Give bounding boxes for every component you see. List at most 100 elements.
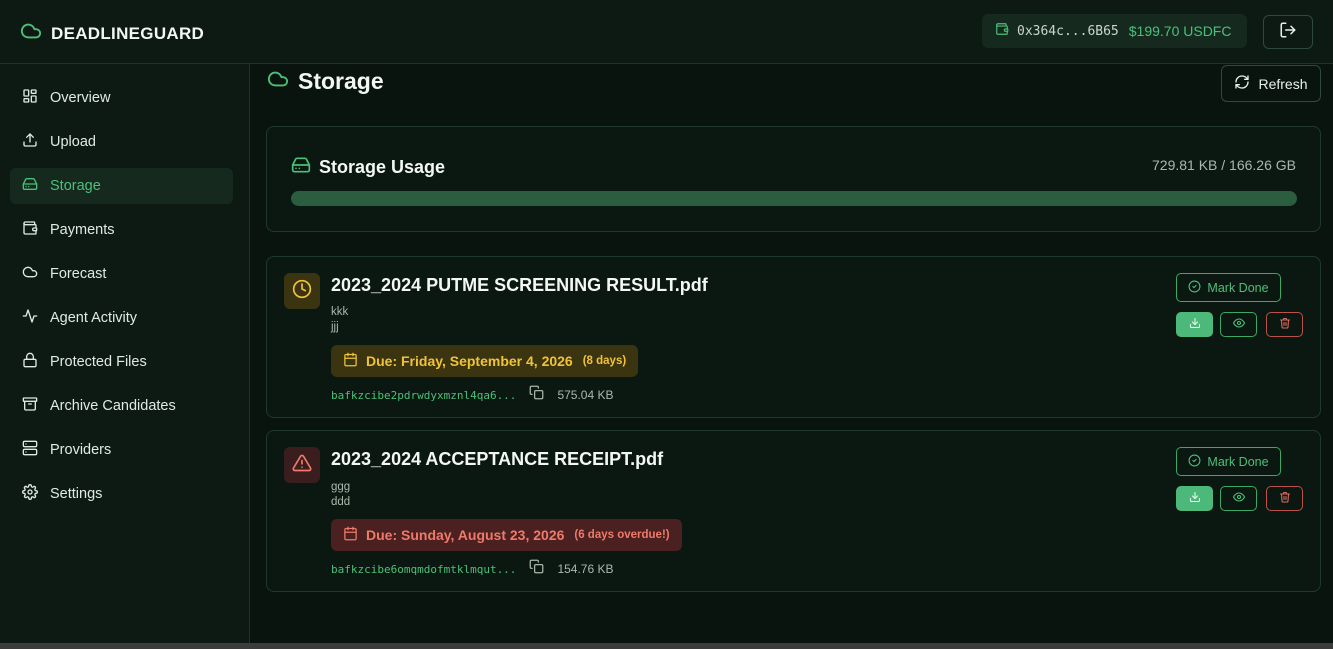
storage-usage-card: Storage Usage 729.81 KB / 166.26 GB bbox=[266, 126, 1321, 232]
sidebar-item-settings[interactable]: Settings bbox=[10, 476, 233, 512]
mark-done-button[interactable]: Mark Done bbox=[1176, 447, 1281, 476]
sidebar-item-label: Forecast bbox=[50, 266, 107, 282]
file-meta-row: bafkzcibe2pdrwdyxmznl4qa6... 575.04 KB bbox=[331, 385, 613, 405]
file-description: ggg bbox=[331, 481, 351, 493]
sidebar-item-overview[interactable]: Overview bbox=[10, 80, 233, 116]
copy-icon[interactable] bbox=[529, 385, 544, 405]
storage-usage-header: Storage Usage bbox=[291, 155, 445, 180]
wallet-balance: $199.70 USDFC bbox=[1128, 23, 1232, 39]
clock-icon bbox=[292, 279, 312, 304]
file-size: 575.04 KB bbox=[557, 388, 614, 402]
activity-icon bbox=[22, 308, 38, 328]
due-date-text: Due: Sunday, August 23, 2026 bbox=[366, 527, 565, 543]
upload-icon bbox=[22, 132, 38, 152]
archive-icon bbox=[22, 396, 38, 416]
wallet-icon bbox=[22, 220, 38, 240]
mark-done-label: Mark Done bbox=[1207, 454, 1269, 469]
sidebar-item-label: Overview bbox=[50, 90, 111, 106]
due-date-badge: Due: Friday, September 4, 2026 (8 days) bbox=[331, 345, 639, 377]
refresh-icon bbox=[1234, 74, 1250, 93]
due-date-note: (6 days overdue!) bbox=[574, 529, 670, 541]
sidebar-item-label: Archive Candidates bbox=[50, 398, 176, 414]
refresh-label: Refresh bbox=[1258, 75, 1308, 92]
main-content: Storage Refresh Storage Usage 729.81 KB … bbox=[250, 64, 1333, 649]
sidebar-item-upload[interactable]: Upload bbox=[10, 124, 233, 160]
storage-usage-progress-bar bbox=[291, 191, 1297, 206]
due-date-badge: Due: Sunday, August 23, 2026 (6 days ove… bbox=[331, 519, 682, 551]
cloud-icon bbox=[267, 68, 289, 95]
file-card: 2023_2024 PUTME SCREENING RESULT.pdf kkk… bbox=[266, 256, 1321, 418]
check-circle-icon bbox=[1188, 280, 1201, 296]
file-card: 2023_2024 ACCEPTANCE RECEIPT.pdf ggg ddd… bbox=[266, 430, 1321, 592]
sidebar-item-label: Settings bbox=[50, 486, 103, 502]
copy-icon[interactable] bbox=[529, 559, 544, 579]
storage-usage-progress-fill bbox=[291, 191, 1297, 206]
status-indicator bbox=[284, 273, 320, 309]
download-button[interactable] bbox=[1176, 312, 1213, 337]
due-date-text: Due: Friday, September 4, 2026 bbox=[366, 353, 573, 369]
page-header: Storage bbox=[267, 68, 384, 95]
sidebar-item-protected-files[interactable]: Protected Files bbox=[10, 344, 233, 380]
sidebar-item-label: Upload bbox=[50, 134, 96, 150]
app-name: DEADLINEGUARD bbox=[51, 23, 205, 43]
file-description: kkk bbox=[331, 306, 349, 318]
download-icon bbox=[1189, 490, 1201, 508]
file-name: 2023_2024 ACCEPTANCE RECEIPT.pdf bbox=[331, 449, 664, 469]
calendar-icon bbox=[343, 526, 358, 544]
sidebar: Overview Upload Storage Payments Forecas… bbox=[0, 64, 250, 649]
sidebar-item-providers[interactable]: Providers bbox=[10, 432, 233, 468]
logout-button[interactable] bbox=[1263, 15, 1313, 49]
preview-button[interactable] bbox=[1220, 486, 1257, 511]
sidebar-item-storage[interactable]: Storage bbox=[10, 168, 233, 204]
sidebar-item-forecast[interactable]: Forecast bbox=[10, 256, 233, 292]
sidebar-item-label: Agent Activity bbox=[50, 310, 138, 326]
download-button[interactable] bbox=[1176, 486, 1213, 511]
calendar-icon bbox=[343, 352, 358, 370]
sidebar-item-label: Providers bbox=[50, 442, 112, 458]
file-cid: bafkzcibe2pdrwdyxmznl4qa6... bbox=[331, 388, 517, 402]
sidebar-item-label: Protected Files bbox=[50, 354, 147, 370]
sidebar-item-label: Payments bbox=[50, 222, 115, 238]
grid-icon bbox=[22, 88, 38, 108]
sidebar-item-archive-candidates[interactable]: Archive Candidates bbox=[10, 388, 233, 424]
file-size: 154.76 KB bbox=[557, 562, 614, 576]
refresh-button[interactable]: Refresh bbox=[1221, 65, 1321, 102]
eye-icon bbox=[1232, 316, 1245, 334]
file-meta-row: bafkzcibe6omqmdofmtklmqut... 154.76 KB bbox=[331, 559, 613, 579]
file-description: ddd bbox=[331, 496, 351, 508]
status-indicator bbox=[284, 447, 320, 483]
delete-button[interactable] bbox=[1266, 486, 1303, 511]
bottom-edge bbox=[0, 643, 1333, 649]
storage-usage-title: Storage Usage bbox=[319, 157, 446, 177]
delete-button[interactable] bbox=[1266, 312, 1303, 337]
trash-icon bbox=[1279, 490, 1291, 508]
eye-icon bbox=[1232, 490, 1245, 508]
due-date-note: (8 days) bbox=[582, 355, 627, 367]
mark-done-button[interactable]: Mark Done bbox=[1176, 273, 1281, 302]
logout-icon bbox=[1279, 21, 1297, 44]
sidebar-item-label: Storage bbox=[50, 178, 101, 194]
storage-usage-amount: 729.81 KB / 166.26 GB bbox=[1152, 157, 1296, 173]
file-cid: bafkzcibe6omqmdofmtklmqut... bbox=[331, 562, 517, 576]
cloud-icon bbox=[22, 264, 38, 284]
trash-icon bbox=[1279, 316, 1291, 334]
hard-drive-icon bbox=[291, 155, 311, 180]
sidebar-item-agent-activity[interactable]: Agent Activity bbox=[10, 300, 233, 336]
page-title: Storage bbox=[298, 68, 384, 94]
sidebar-item-payments[interactable]: Payments bbox=[10, 212, 233, 248]
wallet-icon bbox=[995, 22, 1009, 41]
mark-done-label: Mark Done bbox=[1207, 280, 1269, 295]
gear-icon bbox=[22, 484, 38, 504]
hard-drive-icon bbox=[22, 176, 38, 196]
check-circle-icon bbox=[1188, 454, 1201, 470]
alert-triangle-icon bbox=[292, 453, 312, 478]
lock-icon bbox=[22, 352, 38, 372]
cloud-logo-icon bbox=[20, 20, 42, 47]
brand[interactable]: DEADLINEGUARD bbox=[20, 20, 204, 47]
preview-button[interactable] bbox=[1220, 312, 1257, 337]
server-icon bbox=[22, 440, 38, 460]
wallet-address: 0x364c...6B65 bbox=[1017, 23, 1119, 39]
top-header: DEADLINEGUARD 0x364c...6B65 $199.70 USDF… bbox=[0, 0, 1333, 64]
wallet-badge[interactable]: 0x364c...6B65 $199.70 USDFC bbox=[982, 14, 1247, 48]
file-name: 2023_2024 PUTME SCREENING RESULT.pdf bbox=[331, 275, 708, 295]
